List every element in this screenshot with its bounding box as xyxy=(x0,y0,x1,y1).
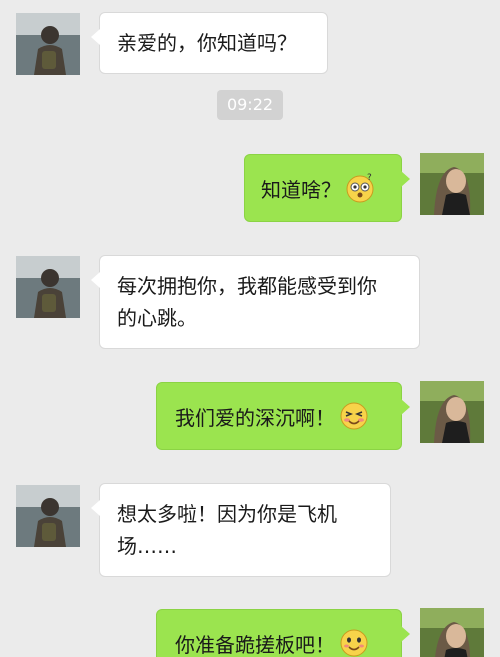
chat-conversation: 亲爱的，你知道吗？ 09:22 知道啥？ ? 每次拥抱你，我都能感受到你 的心跳… xyxy=(0,0,500,657)
incoming-message-bubble: 想太多啦！因为你是飞机 场…… xyxy=(91,483,391,577)
svg-text:?: ? xyxy=(367,173,372,183)
dizzy-confused-face-icon: ? xyxy=(346,173,374,203)
message-text: 你准备跪搓板吧！ xyxy=(175,633,335,657)
incoming-message-bubble: 每次拥抱你，我都能感受到你 的心跳。 xyxy=(91,255,420,349)
message-text-line: 想太多啦！因为你是飞机 xyxy=(117,502,337,526)
smiling-blushing-face-icon xyxy=(340,402,368,430)
smiling-face-icon xyxy=(340,629,368,657)
contact-avatar[interactable] xyxy=(16,256,80,318)
user-avatar[interactable] xyxy=(420,381,484,443)
message-text-line: 的心跳。 xyxy=(117,306,197,330)
outgoing-message-bubble: 你准备跪搓板吧！ xyxy=(156,609,410,657)
user-avatar[interactable] xyxy=(420,153,484,215)
user-avatar[interactable] xyxy=(420,608,484,657)
outgoing-message-bubble: 我们爱的深沉啊！ xyxy=(156,382,410,450)
message-text: 我们爱的深沉啊！ xyxy=(175,406,335,430)
incoming-message-bubble: 亲爱的，你知道吗？ xyxy=(91,12,328,74)
message-text: 亲爱的，你知道吗？ xyxy=(117,31,297,55)
timestamp-badge: 09:22 xyxy=(217,90,283,120)
contact-avatar[interactable] xyxy=(16,13,80,75)
message-text-line: 场…… xyxy=(117,534,177,558)
contact-avatar[interactable] xyxy=(16,485,80,547)
message-text: 知道啥？ xyxy=(261,178,341,202)
message-text-line: 每次拥抱你，我都能感受到你 xyxy=(117,274,377,298)
outgoing-message-bubble: 知道啥？ ? xyxy=(244,154,410,222)
